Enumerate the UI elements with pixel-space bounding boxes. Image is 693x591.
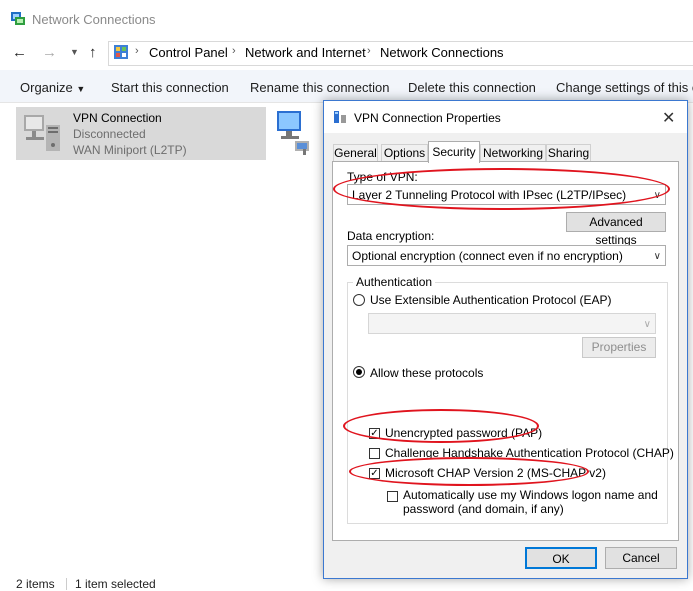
window-titlebar: Network Connections bbox=[0, 0, 693, 38]
tab-security[interactable]: Security bbox=[428, 141, 480, 163]
breadcrumb-network-and-internet[interactable]: Network and Internet bbox=[245, 45, 366, 60]
eap-properties-button[interactable]: Properties bbox=[582, 337, 656, 358]
vpn-connection-icon bbox=[24, 115, 60, 151]
recent-locations-chevron-icon[interactable]: ▼ bbox=[70, 47, 79, 57]
eap-method-select[interactable]: ∨ bbox=[368, 313, 656, 334]
chevron-down-icon: ∨ bbox=[653, 251, 661, 262]
status-divider bbox=[66, 578, 67, 590]
highlight-vpn-type bbox=[333, 168, 670, 210]
auto-logon-label-line2: password (and domain, if any) bbox=[403, 502, 564, 516]
chap-checkbox[interactable] bbox=[369, 448, 380, 459]
auto-logon-label-line1: Automatically use my Windows logon name … bbox=[403, 488, 658, 502]
status-selected-count: 1 item selected bbox=[75, 577, 156, 591]
dialog-title: VPN Connection Properties bbox=[354, 111, 501, 125]
authentication-group-label: Authentication bbox=[353, 275, 436, 289]
tab-general[interactable]: General bbox=[333, 144, 378, 162]
dialog-titlebar: VPN Connection Properties ✕ bbox=[324, 101, 687, 133]
delete-connection-button[interactable]: Delete this connection bbox=[408, 80, 536, 95]
tab-networking[interactable]: Networking bbox=[480, 144, 546, 162]
breadcrumb-separator: › bbox=[367, 45, 371, 57]
list-item-vpn-connection[interactable]: VPN Connection Disconnected WAN Miniport… bbox=[16, 107, 266, 160]
tab-options[interactable]: Options bbox=[381, 144, 428, 162]
up-button[interactable]: ↑ bbox=[89, 44, 97, 61]
start-connection-button[interactable]: Start this connection bbox=[111, 80, 229, 95]
data-encryption-value: Optional encryption (connect even if no … bbox=[352, 249, 623, 263]
cancel-button[interactable]: Cancel bbox=[605, 547, 677, 569]
data-encryption-label: Data encryption: bbox=[347, 229, 435, 243]
ok-button[interactable]: OK bbox=[525, 547, 597, 569]
tab-sharing[interactable]: Sharing bbox=[546, 144, 591, 162]
breadcrumb-separator: › bbox=[232, 45, 236, 57]
rename-connection-button[interactable]: Rename this connection bbox=[250, 80, 389, 95]
close-icon[interactable]: ✕ bbox=[662, 108, 675, 128]
vpn-dialog-icon bbox=[334, 111, 346, 123]
breadcrumb-network-connections[interactable]: Network Connections bbox=[380, 45, 504, 60]
organize-menu[interactable]: Organize ▼ bbox=[20, 80, 85, 95]
eap-radio[interactable] bbox=[353, 294, 365, 306]
auto-logon-checkbox[interactable] bbox=[387, 491, 398, 502]
allow-protocols-label: Allow these protocols bbox=[370, 366, 484, 380]
breadcrumb-control-panel[interactable]: Control Panel bbox=[149, 45, 228, 60]
organize-label: Organize bbox=[20, 80, 73, 95]
forward-button[interactable]: → bbox=[42, 44, 57, 61]
connection-name: VPN Connection bbox=[73, 111, 162, 125]
network-connections-icon bbox=[11, 12, 25, 25]
highlight-mschap bbox=[349, 457, 589, 486]
status-item-count: 2 items bbox=[16, 577, 55, 591]
change-settings-button[interactable]: Change settings of this co bbox=[556, 80, 693, 95]
back-button[interactable]: ← bbox=[12, 44, 27, 61]
data-encryption-select[interactable]: Optional encryption (connect even if no … bbox=[347, 245, 666, 266]
allow-protocols-radio[interactable] bbox=[353, 366, 365, 378]
breadcrumb-separator: › bbox=[135, 45, 139, 57]
network-adapter-icon[interactable] bbox=[273, 109, 321, 159]
connection-status: Disconnected bbox=[73, 127, 146, 141]
window-title: Network Connections bbox=[32, 12, 156, 27]
advanced-settings-button[interactable]: Advanced settings bbox=[566, 212, 666, 247]
chevron-down-icon: ▼ bbox=[76, 84, 86, 94]
connection-device: WAN Miniport (L2TP) bbox=[73, 143, 187, 157]
eap-radio-label: Use Extensible Authentication Protocol (… bbox=[370, 293, 612, 307]
control-panel-icon bbox=[114, 45, 128, 59]
highlight-pap bbox=[343, 409, 539, 443]
chevron-down-icon: ∨ bbox=[643, 319, 651, 330]
